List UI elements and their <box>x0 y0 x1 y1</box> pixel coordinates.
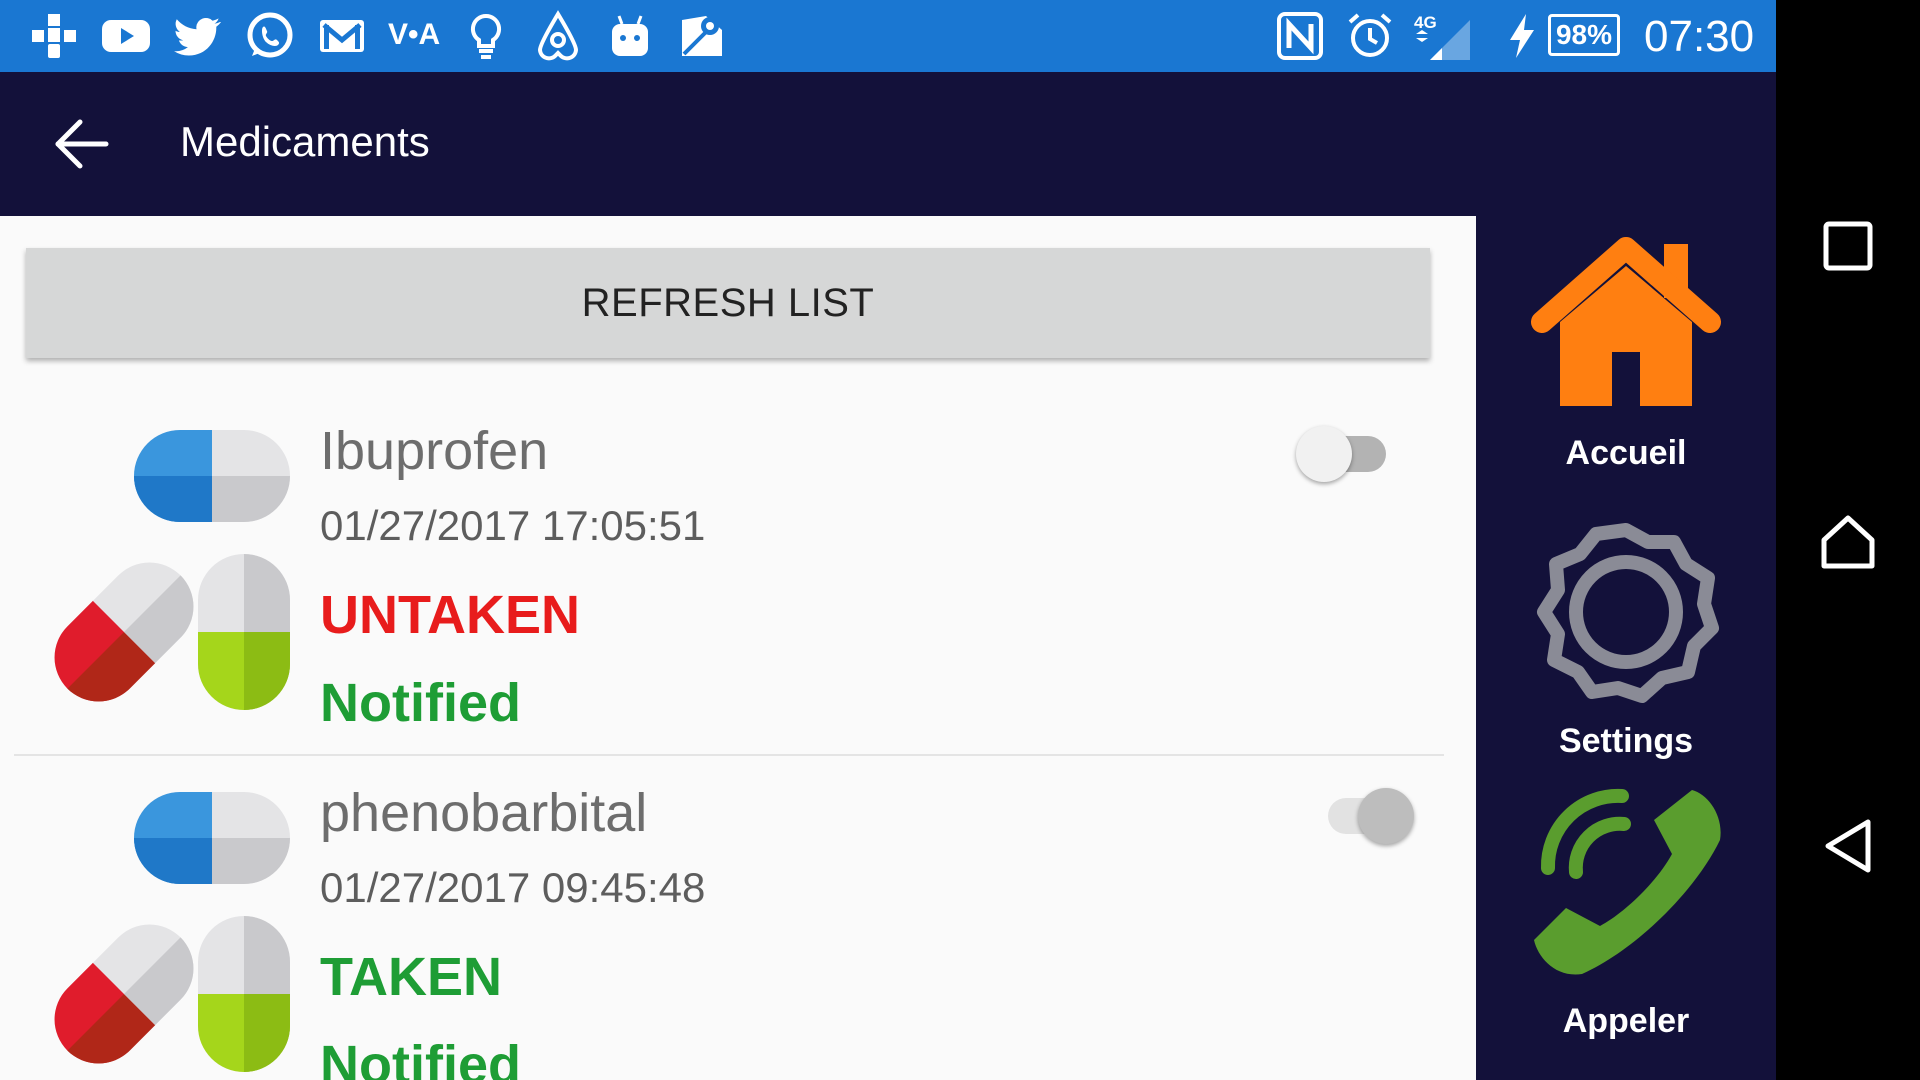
medication-name: phenobarbital <box>320 783 648 843</box>
medication-item[interactable]: Ibuprofen 01/27/2017 17:05:51 UNTAKEN No… <box>0 394 1476 756</box>
nav-accueil[interactable]: Accueil <box>1476 216 1776 496</box>
nav-settings[interactable]: Settings <box>1476 496 1776 776</box>
notification-status: Notified <box>320 1035 521 1080</box>
whatsapp-icon <box>244 10 296 62</box>
gmail-icon <box>316 10 368 62</box>
medication-name: Ibuprofen <box>320 421 549 481</box>
tree-icon <box>28 10 80 62</box>
medication-item[interactable]: phenobarbital 01/27/2017 09:45:48 TAKEN … <box>0 756 1476 1080</box>
recents-icon[interactable] <box>1818 216 1878 276</box>
app-bar: Medicaments <box>0 72 1776 216</box>
medication-toggle[interactable] <box>1294 414 1394 484</box>
medication-datetime: 01/27/2017 17:05:51 <box>320 502 706 549</box>
medication-status: TAKEN <box>320 947 502 1007</box>
medication-status: UNTAKEN <box>320 585 580 645</box>
status-bar: V•A 4G 98% 07:30 <box>0 0 1776 72</box>
clock: 07:30 <box>1644 12 1755 61</box>
toggle-thumb <box>1358 788 1414 844</box>
medication-list-panel: REFRESH LIST Ibuprofen 01/27/2017 17:05:… <box>0 216 1476 1080</box>
pills-icon <box>34 786 304 1080</box>
lightbulb-icon <box>460 10 512 62</box>
signal-4g-icon: 4G <box>1408 10 1476 62</box>
back-arrow-icon[interactable] <box>52 114 112 174</box>
side-navigation: Accueil Settings Appeler <box>1476 216 1776 1080</box>
toggle-thumb <box>1296 426 1352 482</box>
back-icon[interactable] <box>1818 816 1878 876</box>
network-label: 4G <box>1414 13 1437 32</box>
nav-appeler[interactable]: Appeler <box>1476 776 1776 1056</box>
vea-icon: V•A <box>388 18 441 51</box>
refresh-list-button[interactable]: REFRESH LIST <box>26 248 1430 358</box>
system-navigation-bar <box>1776 0 1920 1080</box>
android-icon <box>604 10 656 62</box>
alarm-icon <box>1344 10 1396 62</box>
notification-status: Notified <box>320 673 521 733</box>
maps-icon <box>676 10 728 62</box>
medication-toggle[interactable] <box>1318 776 1418 846</box>
nfc-icon <box>1274 10 1326 62</box>
nav-label-accueil: Accueil <box>1565 434 1687 472</box>
home-icon[interactable] <box>1818 512 1878 572</box>
nav-label-appeler: Appeler <box>1562 1002 1690 1040</box>
airbnb-icon <box>532 10 584 62</box>
youtube-icon <box>100 10 152 62</box>
gear-icon <box>1526 512 1726 712</box>
phone-icon <box>1526 780 1726 980</box>
nav-label-settings: Settings <box>1558 722 1694 760</box>
charging-icon <box>1504 10 1540 62</box>
battery-level: 98% <box>1548 14 1620 56</box>
pills-icon <box>34 424 304 724</box>
twitter-icon <box>172 10 224 62</box>
home-icon <box>1526 230 1726 430</box>
medication-datetime: 01/27/2017 09:45:48 <box>320 864 706 911</box>
page-title: Medicaments <box>180 118 430 165</box>
